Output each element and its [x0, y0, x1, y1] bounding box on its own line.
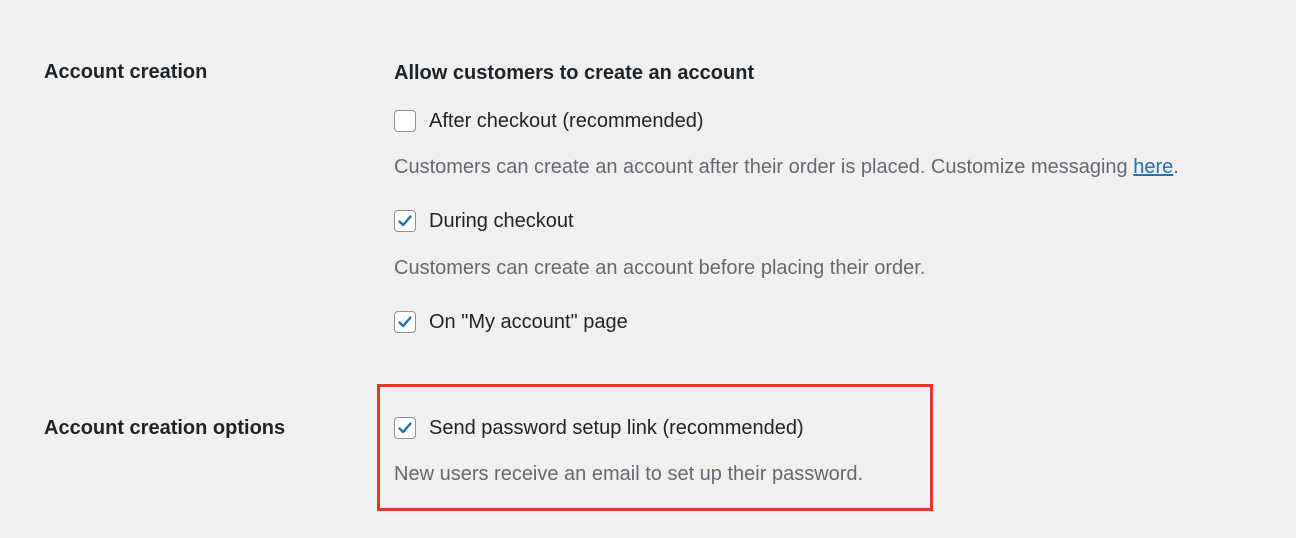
during-checkout-option[interactable]: During checkout	[394, 208, 574, 234]
after-checkout-option[interactable]: After checkout (recommended)	[394, 108, 704, 134]
after-checkout-label: After checkout (recommended)	[429, 110, 704, 132]
during-checkout-checkbox[interactable]	[394, 210, 416, 232]
settings-page: Account creation Allow customers to crea…	[0, 0, 1296, 538]
account-creation-label: Account creation	[44, 61, 208, 83]
after-checkout-description-end: .	[1173, 156, 1179, 178]
account-creation-options-label: Account creation options	[44, 417, 286, 439]
after-checkout-description-text: Customers can create an account after th…	[394, 156, 1134, 178]
allow-accounts-title: Allow customers to create an account	[394, 62, 755, 84]
checkmark-icon	[398, 316, 412, 328]
send-password-setup-checkbox[interactable]	[394, 417, 416, 439]
send-password-setup-description: New users receive an email to set up the…	[394, 463, 864, 485]
checkmark-icon	[398, 215, 412, 227]
my-account-page-label: On "My account" page	[429, 311, 628, 333]
send-password-setup-option[interactable]: Send password setup link (recommended)	[394, 415, 804, 441]
checkmark-icon	[398, 422, 412, 434]
send-password-setup-label: Send password setup link (recommended)	[429, 417, 804, 439]
after-checkout-checkbox[interactable]	[394, 110, 416, 132]
after-checkout-description: Customers can create an account after th…	[394, 154, 1179, 180]
customize-messaging-link[interactable]: here	[1133, 156, 1173, 178]
during-checkout-description: Customers can create an account before p…	[394, 257, 926, 279]
highlight-box	[377, 384, 933, 511]
during-checkout-label: During checkout	[429, 210, 574, 232]
my-account-page-checkbox[interactable]	[394, 311, 416, 333]
my-account-page-option[interactable]: On "My account" page	[394, 309, 628, 335]
